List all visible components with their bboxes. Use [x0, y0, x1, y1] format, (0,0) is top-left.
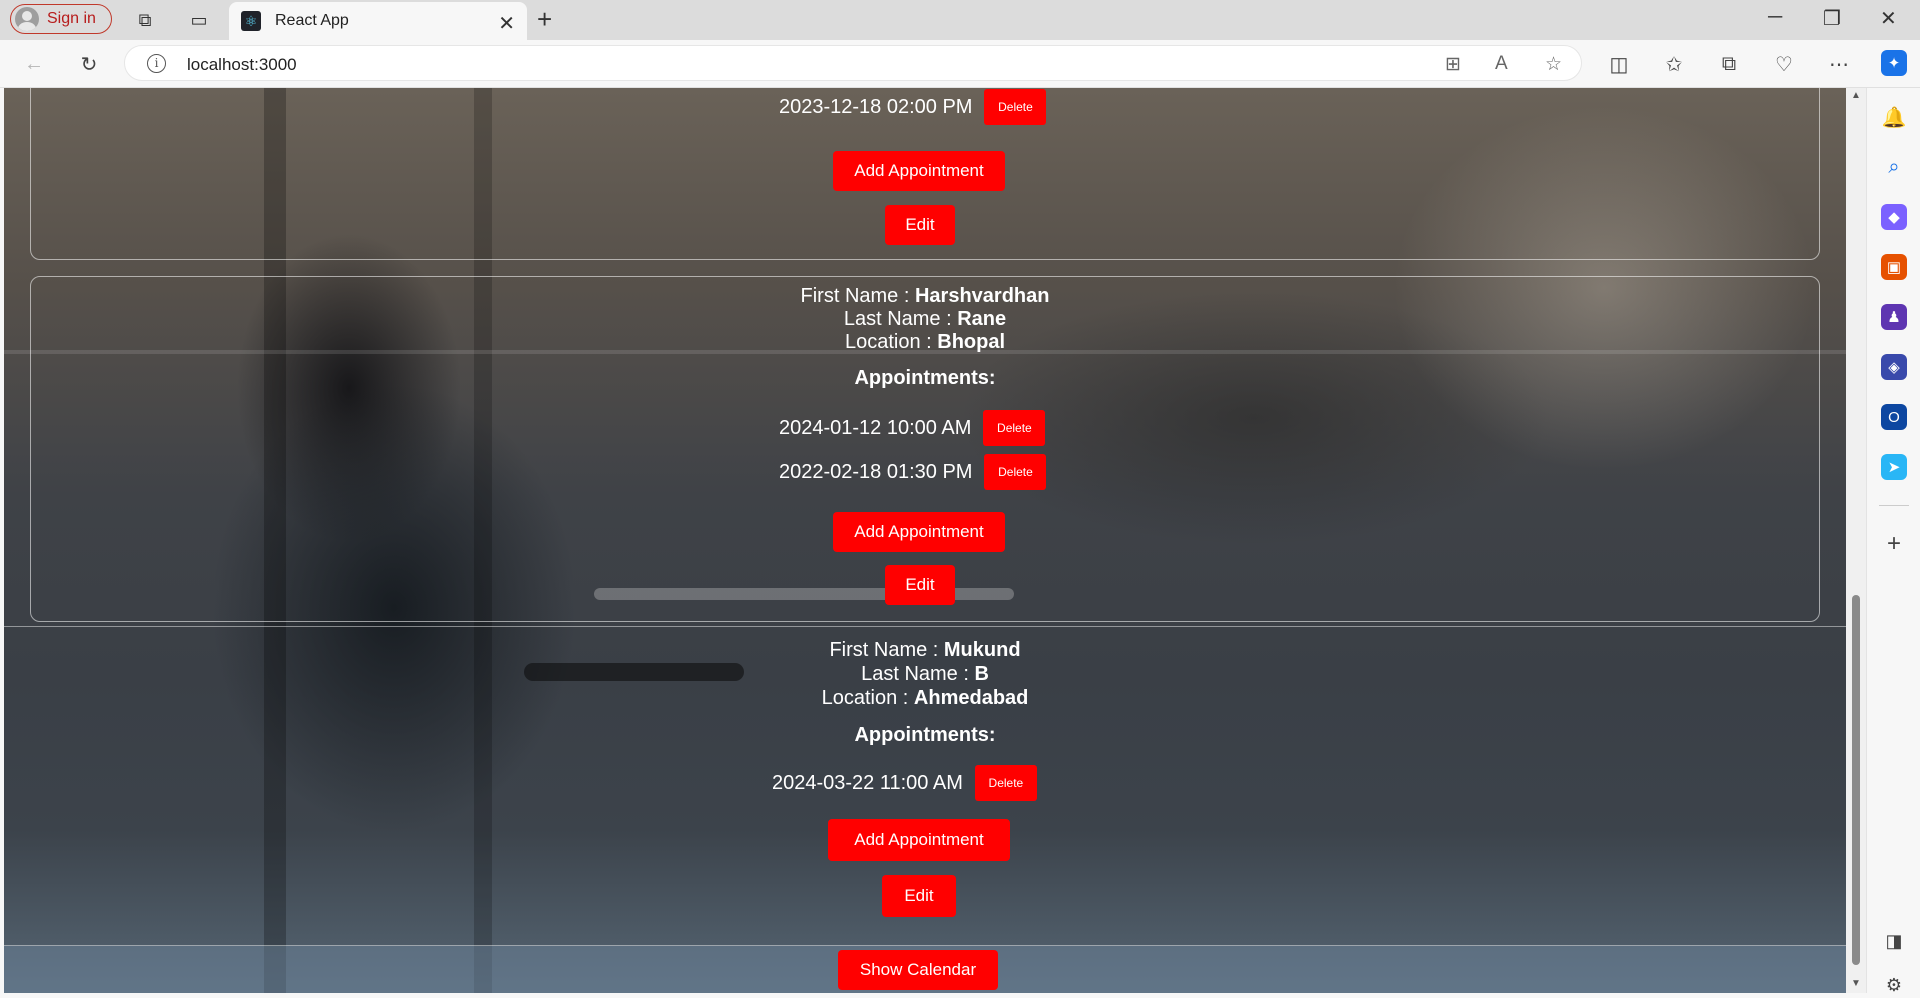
tab-actions-icon[interactable]: ▭	[187, 8, 211, 32]
collections-icon[interactable]: ⧉	[1715, 50, 1743, 78]
app-available-icon[interactable]: ⊞	[1445, 53, 1461, 76]
first-name-field: First Name : Harshvardhan	[800, 285, 1050, 307]
delete-appointment-button[interactable]: Delete	[984, 89, 1047, 125]
outlook-icon[interactable]: O	[1881, 404, 1907, 430]
tools-briefcase-icon[interactable]: ▣	[1881, 254, 1907, 280]
record-card: First Name : Mukund Last Name : B Locati…	[4, 626, 1846, 946]
hide-sidebar-icon[interactable]: ◨	[1881, 928, 1907, 954]
sign-in-label: Sign in	[47, 10, 96, 27]
appointment-datetime: 2022-02-18 01:30 PM	[779, 460, 973, 483]
appointment-datetime: 2023-12-18 02:00 PM	[779, 95, 973, 118]
last-name-value: B	[974, 663, 989, 685]
edge-sidebar: ✦ 🔔 ⌕ ◆ ▣ ♟ ◈ O ➤ + ◨ ⚙	[1866, 50, 1920, 995]
scroll-down-arrow-icon[interactable]: ▼	[1851, 978, 1861, 989]
first-name-value: Mukund	[943, 639, 1021, 661]
last-name-field: Last Name : Rane	[843, 308, 1007, 330]
delete-appointment-button[interactable]: Delete	[974, 765, 1037, 801]
last-name-field: Last Name : B	[861, 663, 989, 685]
appointments-heading: Appointments:	[854, 724, 996, 746]
sidebar-divider	[1879, 505, 1909, 506]
location-value: Ahmedabad	[913, 687, 1029, 709]
close-tab-icon[interactable]: ✕	[498, 11, 515, 36]
tab-react-app[interactable]: ⚛ React App ✕	[229, 2, 527, 40]
split-screen-icon[interactable]: ◫	[1605, 50, 1633, 78]
microsoft-365-icon[interactable]: ◈	[1881, 354, 1907, 380]
location-value: Bhopal	[937, 331, 1006, 353]
site-info-icon[interactable]: i	[147, 54, 166, 73]
send-icon[interactable]: ➤	[1881, 454, 1907, 480]
delete-appointment-button[interactable]: Delete	[984, 454, 1047, 490]
browser-tab-bar: Sign in ⧉ ▭ ⚛ React App ✕ + ─ ❐ ✕	[0, 0, 1920, 40]
new-tab-icon[interactable]: +	[537, 4, 552, 35]
restore-icon[interactable]: ❐	[1823, 6, 1841, 31]
sidebar-settings-icon[interactable]: ⚙	[1881, 972, 1907, 998]
page-viewport: 2023-12-18 02:00 PM Delete Add Appointme…	[0, 88, 1866, 993]
add-appointment-button[interactable]: Add Appointment	[828, 819, 1010, 861]
appointments-heading: Appointments:	[854, 367, 996, 389]
first-name-value: Harshvardhan	[914, 285, 1050, 307]
profile-avatar-icon	[15, 7, 39, 31]
appointment-row: 2024-03-22 11:00 AM Delete	[772, 765, 1037, 801]
browser-essentials-icon[interactable]: ♡	[1770, 50, 1798, 78]
delete-appointment-button[interactable]: Delete	[983, 410, 1046, 446]
add-appointment-button[interactable]: Add Appointment	[833, 512, 1005, 552]
copilot-icon[interactable]: ✦	[1881, 50, 1907, 76]
favorites-icon[interactable]: ✩	[1660, 50, 1688, 78]
games-icon[interactable]: ♟	[1881, 304, 1907, 330]
workspaces-icon[interactable]: ⧉	[133, 8, 157, 32]
add-appointment-button[interactable]: Add Appointment	[833, 151, 1005, 191]
show-calendar-button[interactable]: Show Calendar	[838, 950, 998, 990]
edit-button[interactable]: Edit	[885, 565, 955, 605]
edit-button[interactable]: Edit	[885, 205, 955, 245]
edit-button[interactable]: Edit	[882, 875, 956, 917]
refresh-icon[interactable]: ↻	[75, 50, 103, 78]
address-bar[interactable]: i localhost:3000 ⊞ A ☆	[124, 45, 1582, 81]
record-card-top: 2023-12-18 02:00 PM Delete Add Appointme…	[30, 88, 1820, 260]
record-card: First Name : Harshvardhan Last Name : Ra…	[30, 276, 1820, 622]
search-icon[interactable]: ⌕	[1881, 154, 1907, 180]
appointment-datetime: 2024-03-22 11:00 AM	[772, 771, 963, 794]
add-sidebar-app-icon[interactable]: +	[1881, 530, 1907, 557]
minimize-icon[interactable]: ─	[1768, 6, 1782, 29]
scroll-up-arrow-icon[interactable]: ▲	[1851, 90, 1861, 101]
tab-title: React App	[275, 12, 349, 29]
notifications-bell-icon[interactable]: 🔔	[1881, 104, 1907, 130]
favorite-star-icon[interactable]: ☆	[1545, 53, 1562, 76]
react-favicon-icon: ⚛	[241, 11, 261, 31]
browser-toolbar: ← ↻ i localhost:3000 ⊞ A ☆ ◫ ✩ ⧉ ♡ ⋯	[0, 40, 1920, 88]
appointment-row: 2024-01-12 10:00 AM Delete	[779, 410, 1046, 446]
sign-in-button[interactable]: Sign in	[10, 4, 112, 34]
appointment-row: 2022-02-18 01:30 PM Delete	[779, 454, 1047, 490]
back-icon[interactable]: ←	[20, 50, 48, 78]
appointment-row: 2023-12-18 02:00 PM Delete	[779, 89, 1047, 125]
first-name-field: First Name : Mukund	[829, 639, 1021, 661]
url-text: localhost:3000	[187, 55, 297, 74]
close-window-icon[interactable]: ✕	[1880, 6, 1897, 31]
appointment-datetime: 2024-01-12 10:00 AM	[779, 416, 972, 439]
read-aloud-icon[interactable]: A	[1495, 53, 1508, 75]
more-menu-icon[interactable]: ⋯	[1825, 50, 1853, 78]
location-field: Location : Bhopal	[844, 331, 1006, 353]
location-field: Location : Ahmedabad	[821, 687, 1029, 709]
scrollbar-thumb[interactable]	[1852, 595, 1860, 965]
page-scrollbar[interactable]: ▲ ▼	[1846, 88, 1866, 993]
last-name-value: Rane	[957, 308, 1007, 330]
shopping-tag-icon[interactable]: ◆	[1881, 204, 1907, 230]
